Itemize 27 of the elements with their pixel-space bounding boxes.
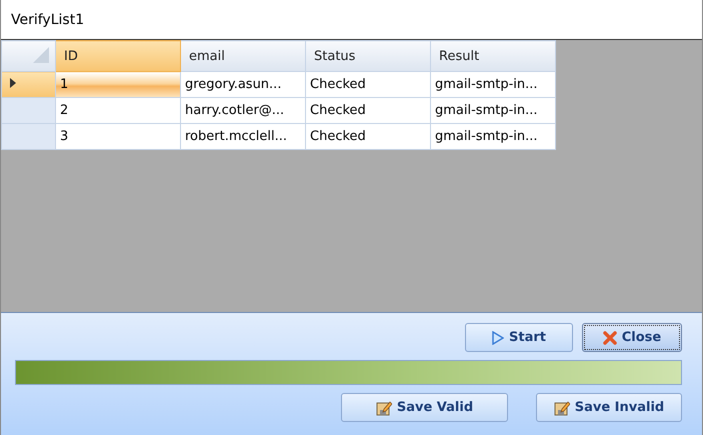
play-icon: [492, 330, 504, 344]
save-button[interactable]: Save Invalid: [536, 393, 682, 422]
current-row-icon: [10, 78, 16, 88]
column-header[interactable]: Result: [430, 40, 556, 72]
save-button[interactable]: Save Valid: [341, 393, 508, 422]
table-cell: harry.cotler@...: [180, 98, 306, 124]
close-button[interactable]: Close: [582, 323, 682, 352]
triangle-icon: [33, 47, 49, 63]
table-cell: 1: [56, 72, 180, 98]
table-cell: 3: [56, 124, 180, 150]
row-header[interactable]: [2, 72, 56, 98]
table-cell: gmail-smtp-in...: [430, 72, 556, 98]
floppy-pencil-icon: [554, 400, 570, 416]
close-icon: [602, 330, 617, 344]
table-cell: gregory.asun...: [180, 72, 306, 98]
column-header[interactable]: email: [180, 40, 306, 72]
table-cell: robert.mcclell...: [180, 124, 306, 150]
table-cell: gmail-smtp-in...: [430, 124, 556, 150]
table-cell: Checked: [306, 124, 430, 150]
column-header[interactable]: ID: [56, 40, 180, 72]
start-button[interactable]: Start: [465, 323, 573, 352]
table-cell: 2: [56, 98, 180, 124]
table-cell: Checked: [306, 98, 430, 124]
floppy-pencil-icon: [376, 400, 392, 416]
table-cell: gmail-smtp-in...: [430, 98, 556, 124]
table-cell: Checked: [306, 72, 430, 98]
column-header[interactable]: Status: [306, 40, 430, 72]
